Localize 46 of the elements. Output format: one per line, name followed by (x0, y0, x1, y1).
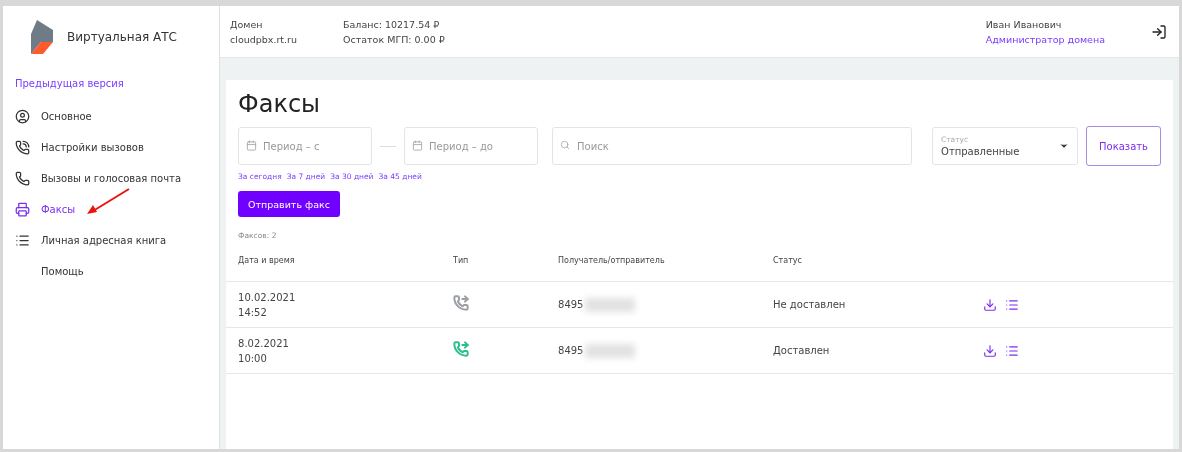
phone-number: 8495 (558, 299, 584, 310)
user-name: Иван Иванович (985, 18, 1063, 30)
time-text: 10:00 (238, 352, 268, 364)
arrow-annotation (85, 187, 131, 215)
calendar-icon (412, 140, 423, 151)
download-icon[interactable] (983, 343, 997, 358)
period-from-field[interactable]: Период – с (238, 127, 372, 165)
send-fax-button[interactable]: Отправить факс (238, 191, 340, 217)
date-text: 10.02.2021 (238, 291, 297, 303)
date-text: 8.02.2021 (238, 337, 290, 349)
domain-label: Домен (230, 18, 264, 30)
column-header: Дата и время (238, 256, 296, 265)
page-title: Факсы (238, 90, 322, 118)
search-icon (560, 140, 570, 150)
logo-icon (31, 20, 53, 54)
status-text: Не доставлен (773, 299, 847, 310)
list-icon (15, 233, 30, 248)
user-icon (15, 109, 30, 124)
download-icon[interactable] (983, 297, 997, 312)
phone-number: 8495 (558, 345, 584, 356)
calendar-icon (246, 140, 257, 151)
column-header: Тип (453, 256, 470, 265)
period-to-field[interactable]: Период – до (404, 127, 538, 165)
sidebar-item[interactable]: Вызовы и голосовая почта (3, 163, 219, 194)
remainder-text: Остаток МГП: 0.00 ₽ (343, 33, 445, 45)
sidebar-item[interactable]: Факсы (3, 194, 219, 225)
sidebar-item[interactable]: Личная адресная книга (3, 225, 219, 256)
domain-value: cloudpbx.rt.ru (230, 33, 298, 45)
logout-icon[interactable] (1151, 23, 1167, 40)
previous-version-link[interactable]: Предыдущая версия (3, 68, 219, 101)
status-text: Доставлен (773, 345, 831, 356)
column-header: Получатель/отправитель (558, 256, 666, 265)
phone-icon (15, 171, 30, 186)
phone-icon (15, 140, 30, 155)
sidebar-item[interactable]: Основное (3, 101, 219, 132)
balance-text: Баланс: 10217.54 ₽ (343, 18, 441, 30)
show-button[interactable]: Показать (1086, 126, 1161, 166)
column-header: Статус (773, 256, 803, 265)
app-title: Виртуальная АТС (67, 30, 177, 44)
user-role-link[interactable]: Администратор домена (985, 33, 1105, 45)
printer-icon (15, 202, 30, 217)
dropdown-icon (1059, 141, 1069, 151)
sidebar-item[interactable]: Помощь (3, 256, 219, 287)
search-field[interactable]: Поиск (552, 127, 912, 165)
sidebar-item[interactable]: Настройки вызовов (3, 132, 219, 163)
time-text: 14:52 (238, 306, 268, 318)
